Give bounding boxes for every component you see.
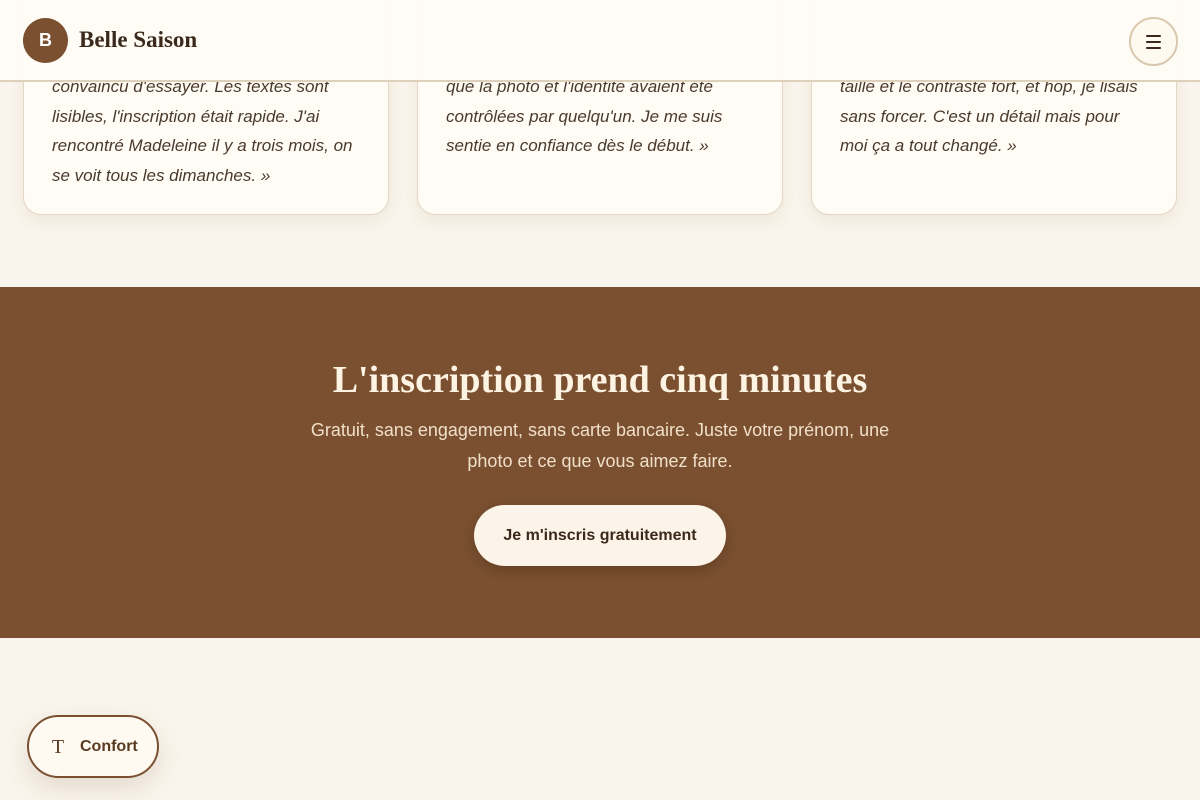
cta-description: Gratuit, sans engagement, sans carte ban… xyxy=(310,420,890,471)
logo-badge[interactable]: B xyxy=(23,17,68,63)
site-header: B Belle Saison xyxy=(0,0,1200,82)
cta-title: L'inscription prend cinq minutes xyxy=(332,359,868,401)
brand-name[interactable]: Belle Saison xyxy=(79,27,197,53)
comfort-label: Confort xyxy=(80,737,138,755)
signup-button[interactable]: Je m'inscris gratuitement xyxy=(474,505,726,566)
hamburger-menu-icon xyxy=(1146,34,1161,49)
testimonial-quote: taille et le contraste fort, et hop, je … xyxy=(840,77,1138,155)
menu-button[interactable] xyxy=(1129,17,1178,66)
comfort-toggle-button[interactable]: T Confort xyxy=(27,715,159,778)
signup-cta-section: L'inscription prend cinq minutes Gratuit… xyxy=(0,287,1200,638)
testimonial-quote: que la photo et l'identité avaient été c… xyxy=(446,77,723,155)
testimonial-quote: convaincu d'essayer. Les textes sont lis… xyxy=(52,77,353,185)
text-size-icon: T xyxy=(51,735,65,758)
